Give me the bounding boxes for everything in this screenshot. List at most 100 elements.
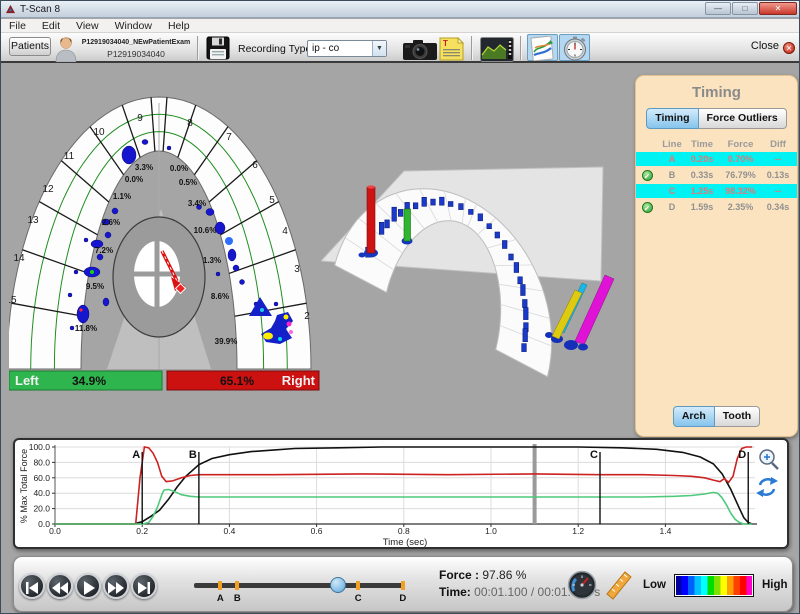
tooth-number-14: 14 <box>13 253 25 264</box>
contact-blob <box>206 209 214 216</box>
timing-panel-title: Timing <box>636 84 797 101</box>
stopwatch-icon <box>560 36 589 61</box>
sensitivity-gauge-icon[interactable] <box>567 570 597 600</box>
contact-blob <box>105 232 111 238</box>
slider-marker-B[interactable] <box>235 581 239 590</box>
cell: A <box>658 154 686 164</box>
cell: 0.34s <box>763 202 793 212</box>
tooth-number-10: 10 <box>93 127 105 138</box>
menu-item-view[interactable]: View <box>76 19 99 33</box>
rewind-icon <box>49 575 71 601</box>
tab-arch[interactable]: Arch <box>673 406 715 427</box>
timing-row-B[interactable]: ✓B0.33s76.79%0.13s <box>636 168 797 182</box>
timing-view-button[interactable] <box>559 34 590 61</box>
graph-view-button[interactable] <box>527 34 558 61</box>
contact-blob <box>68 293 72 297</box>
patient-exam-name: P12919034040_NEwPatientExam <box>81 39 191 46</box>
rewind-button[interactable] <box>47 573 73 599</box>
cell: C <box>658 186 686 196</box>
cell: -- <box>763 154 793 164</box>
arch-2d-view[interactable]: 910111213141587654323.3%0.0%1.1%2.6%7.2%… <box>9 91 321 391</box>
slider-marker-D[interactable] <box>401 581 405 590</box>
tooth-force-pct: 0.5% <box>179 178 197 187</box>
left-bar-label: Left <box>15 373 40 388</box>
cell: 0.70% <box>718 154 763 164</box>
force-column <box>495 232 500 238</box>
tooth-number-3: 3 <box>294 264 300 275</box>
force-column <box>398 209 403 216</box>
close-exam-label[interactable]: Close <box>751 40 779 52</box>
contact-blob <box>167 146 171 150</box>
tooth-force-pct: 1.3% <box>203 256 221 265</box>
x-axis-title: Time (sec) <box>383 537 428 547</box>
check-icon: ✓ <box>642 202 653 213</box>
timing-row-A[interactable]: A0.20s0.70%-- <box>636 152 797 166</box>
timing-row-D[interactable]: ✓D1.59s2.35%0.34s <box>636 200 797 214</box>
skip-end-button[interactable] <box>131 573 157 599</box>
y-tick-label: 20.0 <box>33 504 50 514</box>
fast-forward-button[interactable] <box>103 573 129 599</box>
y-tick-label: 80.0 <box>33 457 50 467</box>
patients-button[interactable]: Patients <box>9 37 51 56</box>
right-bar-value: 65.1% <box>220 374 254 388</box>
timeline-slider-thumb[interactable] <box>330 577 346 593</box>
menu-item-help[interactable]: Help <box>168 19 190 33</box>
maximize-button[interactable]: □ <box>732 2 758 15</box>
contact-blob <box>74 270 78 274</box>
skip-start-button[interactable] <box>19 573 45 599</box>
check-icon: ✓ <box>642 170 653 181</box>
column-header-diff: Diff <box>763 139 793 150</box>
recording-type-select[interactable]: ip - co ▼ <box>307 40 387 57</box>
slider-marker-label-C: C <box>352 593 364 604</box>
tooth-number-7: 7 <box>226 132 232 143</box>
force-column <box>523 300 528 308</box>
marker-label-A: A <box>132 449 140 461</box>
camera-icon[interactable] <box>403 39 437 60</box>
left-bar-value: 34.9% <box>72 374 106 388</box>
tooth-number-15: 15 <box>9 295 17 306</box>
tab-timing[interactable]: Timing <box>646 108 698 129</box>
force-column <box>524 308 529 320</box>
contact-blob <box>274 302 278 306</box>
minimize-button[interactable]: — <box>705 2 731 15</box>
close-exam-icon[interactable]: ✕ <box>783 42 795 54</box>
play-button[interactable] <box>75 573 101 599</box>
x-tick-label: 1.4 <box>659 526 671 536</box>
x-tick-label: 0.4 <box>223 526 235 536</box>
cell: 0.33s <box>686 170 718 180</box>
notes-icon[interactable]: T <box>439 37 464 61</box>
force-time-graph[interactable]: 0.00.20.40.60.81.01.21.40.020.040.060.08… <box>15 440 787 547</box>
menu-item-window[interactable]: Window <box>115 19 152 33</box>
save-icon[interactable] <box>206 36 230 60</box>
menu-item-edit[interactable]: Edit <box>42 19 60 33</box>
row-icon-cell: ✓ <box>636 170 658 181</box>
tab-tooth[interactable]: Tooth <box>715 406 760 427</box>
tab-force-outliers[interactable]: Force Outliers <box>699 108 787 129</box>
force-column <box>522 344 527 352</box>
timeline-slider-track[interactable] <box>194 583 404 588</box>
ruler-tool-icon[interactable] <box>604 570 634 600</box>
contact-blob <box>215 222 225 234</box>
close-window-button[interactable]: ✕ <box>759 2 797 15</box>
force-column <box>487 224 492 229</box>
force-column <box>478 214 483 221</box>
y-tick-label: 0.0 <box>38 519 50 529</box>
slider-marker-A[interactable] <box>218 581 222 590</box>
recording-type-value: ip - co <box>312 43 339 54</box>
tooth-force-pct: 10.6% <box>194 226 217 235</box>
timing-row-C[interactable]: C1.25s98.32%-- <box>636 184 797 198</box>
arch-3d-view[interactable] <box>321 141 631 396</box>
force-column <box>469 209 474 214</box>
tooth-number-5: 5 <box>269 195 275 206</box>
refresh-icon[interactable] <box>756 477 778 497</box>
cell: 1.25s <box>686 186 718 196</box>
force-color-scale <box>674 574 754 597</box>
tooth-number-11: 11 <box>64 151 75 162</box>
snapshot-image-icon[interactable] <box>480 37 514 62</box>
recording-type-label: Recording Type <box>238 43 311 55</box>
zoom-in-icon[interactable] <box>760 450 778 469</box>
cell: 0.13s <box>763 170 793 180</box>
force-column-yellow <box>552 290 582 339</box>
slider-marker-C[interactable] <box>356 581 360 590</box>
menu-item-file[interactable]: File <box>9 19 26 33</box>
